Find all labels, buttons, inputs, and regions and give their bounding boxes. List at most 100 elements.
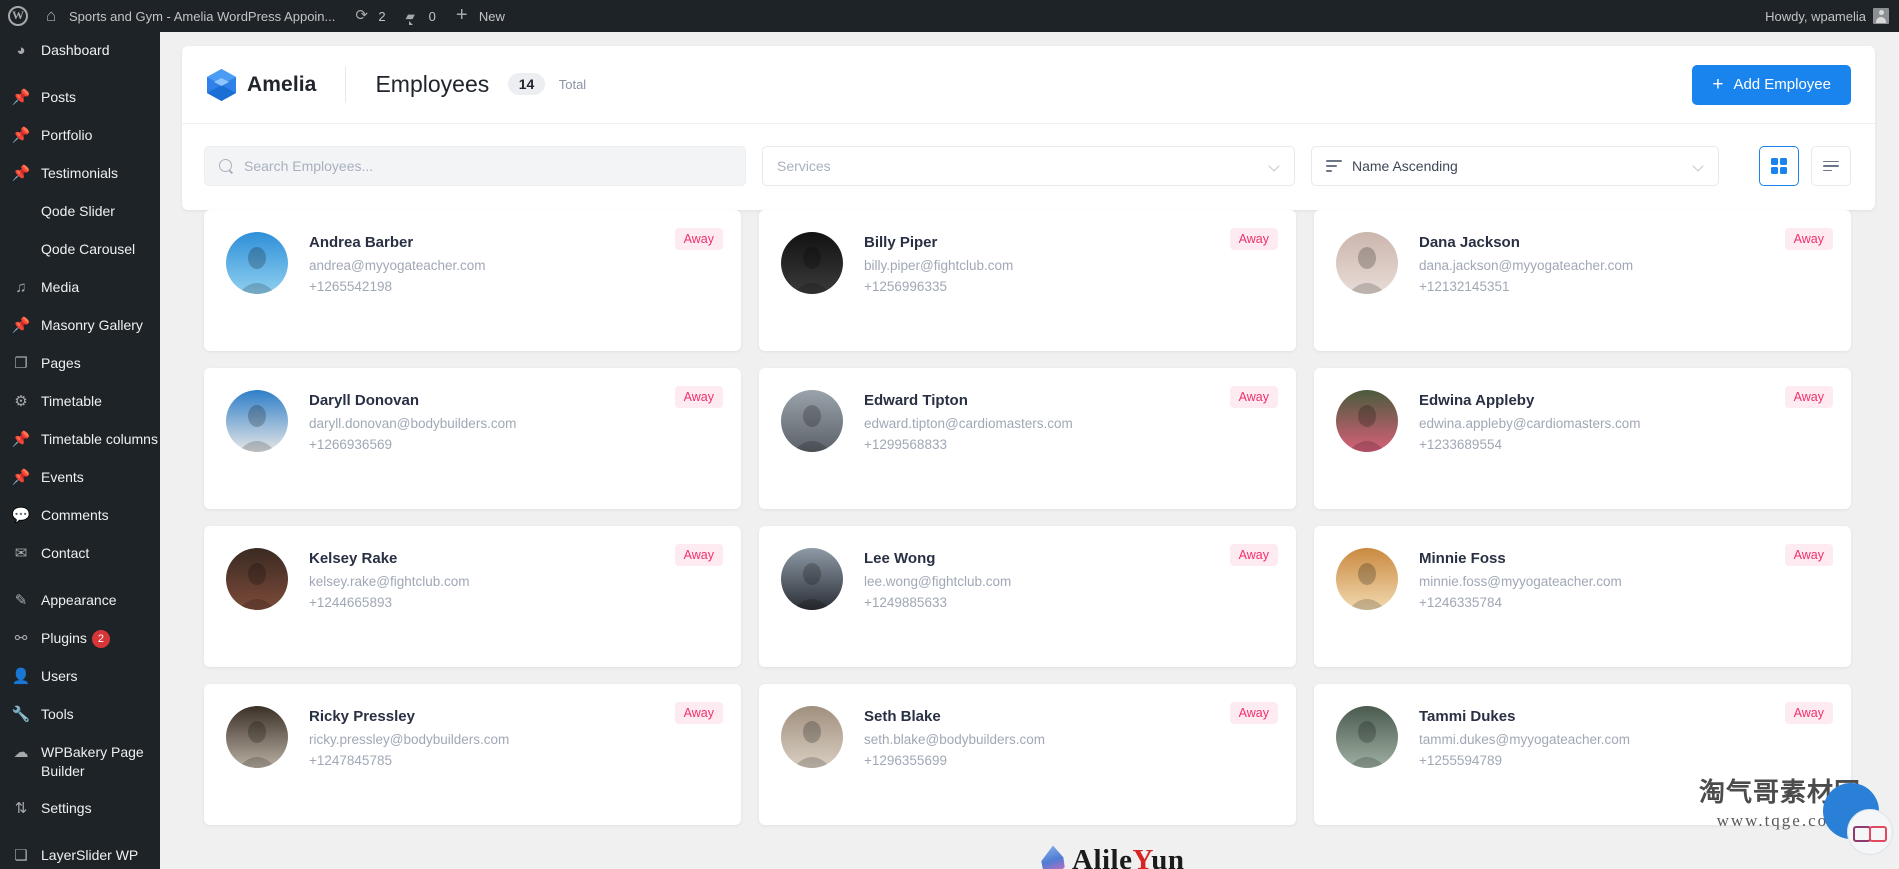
employee-phone: +1244665893 <box>309 595 392 610</box>
add-employee-button[interactable]: + Add Employee <box>1692 64 1851 105</box>
cloud-icon: ☁ <box>13 744 29 761</box>
glasses-icon[interactable] <box>1847 809 1893 855</box>
employee-name: Seth Blake <box>864 708 941 725</box>
employee-card[interactable]: Billy Piper billy.piper@fightclub.com +125… <box>759 210 1296 351</box>
employee-card[interactable]: Andrea Barber andrea@myyogateacher.com +12… <box>204 210 741 351</box>
sidebar-item-posts[interactable]: 📌 Posts <box>0 79 160 117</box>
list-view-button[interactable] <box>1811 146 1851 186</box>
sidebar-item-events[interactable]: 📌 Events <box>0 459 160 497</box>
sidebar-item-label: LayerSlider WP <box>41 847 139 863</box>
employee-phone: +1265542198 <box>309 279 392 294</box>
header-divider <box>345 66 347 103</box>
employee-email: tammi.dukes@myyogateacher.com <box>1419 732 1631 747</box>
search-input[interactable]: Search Employees... <box>204 146 746 186</box>
sidebar-item-wpbakery-page-builder[interactable]: ☁ WPBakery Page Builder <box>0 734 160 790</box>
main-content: Amelia Employees 14 Total + Add Employee… <box>160 32 1899 869</box>
employee-card[interactable]: Edward Tipton edward.tipton@cardiomasters… <box>759 368 1296 509</box>
sidebar-item-label: Media <box>41 279 80 295</box>
status-badge: Away <box>1784 544 1833 566</box>
employee-phone: +1249885633 <box>864 595 947 610</box>
employee-phone: +1255594789 <box>1419 753 1502 768</box>
howdy-label: Howdy, wpamelia <box>1765 8 1866 24</box>
sidebar-item-media[interactable]: ♫ Media <box>0 269 160 307</box>
sidebar-item-label: Pages <box>41 355 81 371</box>
search-placeholder: Search Employees... <box>244 158 374 174</box>
gear-icon: ⚙ <box>14 393 28 410</box>
chevron-down-icon <box>1693 161 1704 172</box>
avatar-minnie-foss <box>1336 548 1398 610</box>
services-filter-select[interactable]: Services <box>762 146 1295 186</box>
employee-card[interactable]: Lee Wong lee.wong@fightclub.com +124988563… <box>759 526 1296 667</box>
avatar-kelsey-rake <box>226 548 288 610</box>
status-badge: Away <box>1784 228 1833 250</box>
sidebar-item-label: Plugins 2 <box>41 629 160 648</box>
sort-icon <box>1326 160 1342 172</box>
grid-view-button[interactable] <box>1759 146 1799 186</box>
sidebar-item-users[interactable]: 👤 Users <box>0 658 160 696</box>
sidebar-item-appearance[interactable]: ✎ Appearance <box>0 582 160 620</box>
avatar-edward-tipton <box>781 390 843 452</box>
employee-card[interactable]: Daryll Donovan daryll.donovan@bodybuilder… <box>204 368 741 509</box>
pin-icon: 📌 <box>11 127 31 144</box>
sidebar-item-tools[interactable]: 🔧 Tools <box>0 696 160 734</box>
updates-button[interactable]: 2 <box>345 0 395 32</box>
layers-icon: ❏ <box>14 847 28 864</box>
account-menu[interactable]: Howdy, wpamelia <box>1755 0 1899 32</box>
sidebar-item-portfolio[interactable]: 📌 Portfolio <box>0 117 160 155</box>
sidebar-item-label: Users <box>41 668 78 684</box>
sort-order-select[interactable]: Name Ascending <box>1311 146 1719 186</box>
sidebar-item-label: Timetable <box>41 393 102 409</box>
sidebar-item-plugins[interactable]: ⚯ Plugins 2 <box>0 620 160 658</box>
sidebar-item-qode-slider[interactable]: Qode Slider <box>0 193 160 231</box>
sidebar-item-layerslider-wp[interactable]: ❏ LayerSlider WP <box>0 837 160 869</box>
plus-icon <box>456 8 472 24</box>
media-icon: ♫ <box>15 279 27 296</box>
comments-count: 0 <box>428 8 436 24</box>
comments-button[interactable]: 0 <box>396 0 446 32</box>
employee-phone: +1233689554 <box>1419 437 1502 452</box>
employee-info: Kelsey Rake kelsey.rake@fightclub.com +124… <box>309 548 470 667</box>
status-badge: Away <box>1229 544 1278 566</box>
sidebar-item-comments[interactable]: 💬 Comments <box>0 497 160 535</box>
panel-header: Amelia Employees 14 Total + Add Employee <box>182 46 1875 124</box>
qode-dot-icon <box>11 240 31 260</box>
employee-name: Minnie Foss <box>1419 550 1506 567</box>
admin-sidebar[interactable]: ◕ Dashboard 📌 Posts 📌 Portfolio 📌 Testimonials Q… <box>0 32 160 869</box>
employee-email: daryll.donovan@bodybuilders.com <box>309 416 517 431</box>
new-content-button[interactable]: New <box>446 0 515 32</box>
employee-info: Andrea Barber andrea@myyogateacher.com +12… <box>309 232 486 351</box>
wordpress-logo-button[interactable] <box>0 0 36 32</box>
avatar-daryll-donovan <box>226 390 288 452</box>
employee-info: Edward Tipton edward.tipton@cardiomasters… <box>864 390 1073 509</box>
employee-info: Billy Piper billy.piper@fightclub.com +125… <box>864 232 1013 351</box>
sidebar-item-label: Appearance <box>41 592 117 608</box>
employee-card[interactable]: Ricky Pressley ricky.pressley@bodybuilder… <box>204 684 741 825</box>
pin-icon: 📌 <box>11 431 31 448</box>
employee-phone: +1246335784 <box>1419 595 1502 610</box>
sidebar-item-pages[interactable]: ❐ Pages <box>0 345 160 383</box>
grid-view-icon <box>1771 158 1787 174</box>
employee-card[interactable]: Minnie Foss minnie.foss@myyogateacher.com… <box>1314 526 1851 667</box>
sidebar-item-masonry-gallery[interactable]: 📌 Masonry Gallery <box>0 307 160 345</box>
wordpress-icon <box>8 6 28 26</box>
sidebar-item-label: Comments <box>41 507 109 523</box>
employee-email: kelsey.rake@fightclub.com <box>309 574 470 589</box>
sidebar-item-contact[interactable]: ✉ Contact <box>0 535 160 573</box>
avatar-andrea-barber <box>226 232 288 294</box>
status-badge: Away <box>1784 386 1833 408</box>
sidebar-item-testimonials[interactable]: 📌 Testimonials <box>0 155 160 193</box>
sidebar-item-settings[interactable]: ⇅ Settings <box>0 790 160 828</box>
site-name-button[interactable]: Sports and Gym - Amelia WordPress Appoin… <box>36 0 345 32</box>
sidebar-item-timetable-columns[interactable]: 📌 Timetable columns <box>0 421 160 459</box>
sidebar-item-dashboard[interactable]: ◕ Dashboard <box>0 32 160 70</box>
employee-card[interactable]: Kelsey Rake kelsey.rake@fightclub.com +124… <box>204 526 741 667</box>
employee-card[interactable]: Tammi Dukes tammi.dukes@myyogateacher.com… <box>1314 684 1851 825</box>
new-label: New <box>478 8 505 24</box>
sidebar-item-label: Events <box>41 469 84 485</box>
amelia-cube-logo-icon <box>207 68 236 101</box>
employee-card[interactable]: Edwina Appleby edwina.appleby@cardiomaste… <box>1314 368 1851 509</box>
sidebar-item-timetable[interactable]: ⚙ Timetable <box>0 383 160 421</box>
employee-card[interactable]: Seth Blake seth.blake@bodybuilders.com +12… <box>759 684 1296 825</box>
sidebar-item-qode-carousel[interactable]: Qode Carousel <box>0 231 160 269</box>
employee-card[interactable]: Dana Jackson dana.jackson@myyogateacher.c… <box>1314 210 1851 351</box>
